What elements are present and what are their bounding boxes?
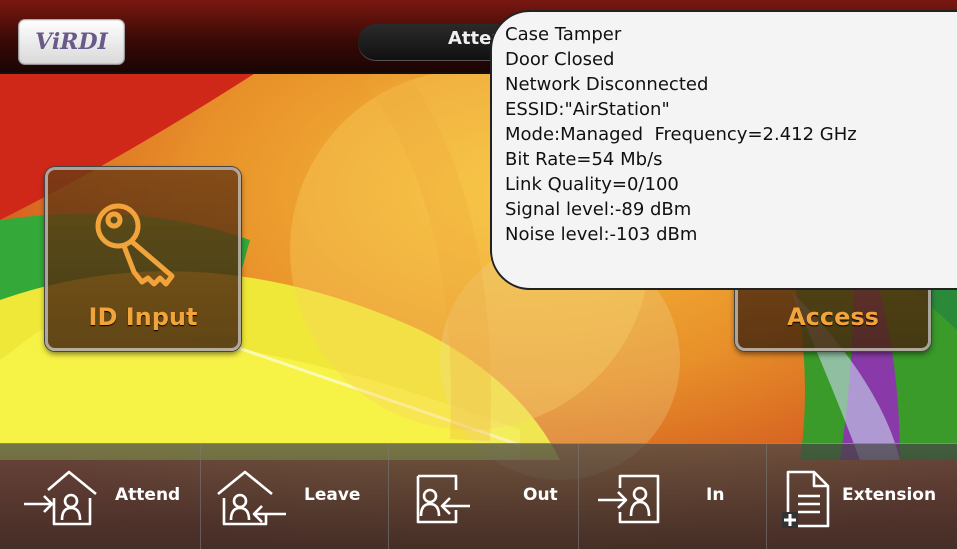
device-screen: ViRDI Attend ID Input Access Attend Leav… bbox=[0, 0, 957, 549]
extension-label: Extension bbox=[842, 485, 937, 505]
out-button[interactable]: Out bbox=[388, 444, 579, 549]
popup-line: Noise level:-103 dBm bbox=[505, 224, 698, 245]
status-info-popup[interactable]: Case Tamper Door Closed Network Disconne… bbox=[490, 10, 957, 290]
popup-line: Signal level:-89 dBm bbox=[505, 199, 692, 220]
in-button[interactable]: In bbox=[578, 444, 767, 549]
popup-line: Network Disconnected bbox=[505, 74, 709, 95]
id-input-button[interactable]: ID Input bbox=[45, 167, 241, 351]
key-icon bbox=[95, 203, 175, 287]
out-icon bbox=[416, 474, 470, 524]
popup-line: Case Tamper bbox=[505, 24, 622, 45]
popup-line: Bit Rate=54 Mb/s bbox=[505, 149, 663, 170]
attend-label: Attend bbox=[115, 485, 181, 505]
leave-icon bbox=[217, 470, 286, 526]
virdi-logo: ViRDI bbox=[18, 19, 125, 65]
in-label: In bbox=[706, 485, 725, 505]
out-label: Out bbox=[523, 485, 558, 505]
id-input-label: ID Input bbox=[88, 303, 198, 331]
in-icon bbox=[598, 474, 660, 524]
extension-button[interactable]: Extension bbox=[766, 444, 957, 549]
access-label: Access bbox=[787, 303, 879, 331]
popup-line: Door Closed bbox=[505, 49, 615, 70]
popup-line: Link Quality=0/100 bbox=[505, 174, 679, 195]
leave-button[interactable]: Leave bbox=[200, 444, 389, 549]
function-key-bar: Attend Leave Out In Extension bbox=[0, 443, 957, 549]
extension-icon bbox=[782, 470, 830, 528]
attend-button[interactable]: Attend bbox=[0, 444, 201, 549]
leave-label: Leave bbox=[304, 485, 361, 505]
popup-line: Mode:Managed Frequency=2.412 GHz bbox=[505, 124, 857, 145]
popup-line: ESSID:"AirStation" bbox=[505, 99, 670, 120]
attend-icon bbox=[24, 470, 97, 526]
